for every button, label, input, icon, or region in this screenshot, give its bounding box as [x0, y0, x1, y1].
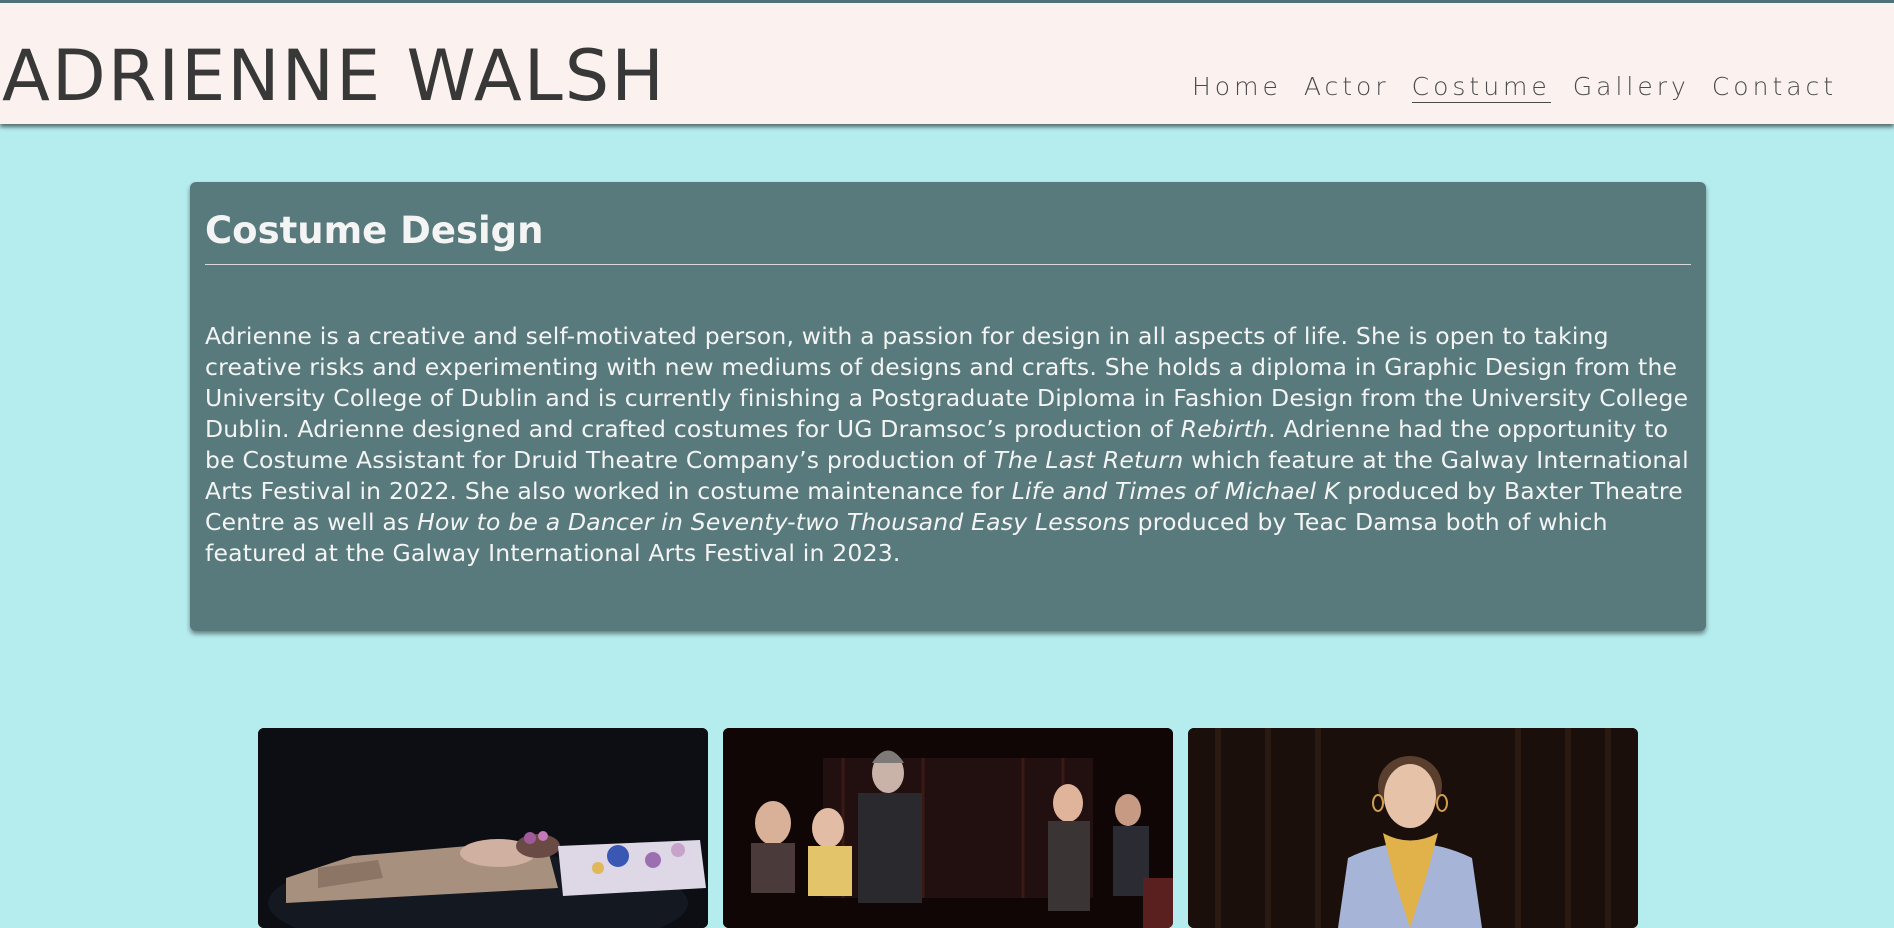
gallery-photo-2[interactable]: [723, 728, 1173, 928]
nav-actor[interactable]: Actor: [1304, 74, 1390, 103]
production-title-michael-k: Life and Times of Michael K: [1011, 477, 1340, 505]
photo-performer-scarf: [1188, 728, 1638, 928]
nav-contact[interactable]: Contact: [1712, 74, 1837, 103]
main-nav: Home Actor Costume Gallery Contact: [1192, 74, 1859, 103]
costume-card: Costume Design Adrienne is a creative an…: [190, 182, 1706, 631]
photo-ensemble-stage: [723, 728, 1173, 928]
production-title-rebirth: Rebirth: [1180, 415, 1269, 443]
bio-text: Adrienne is a creative and self-motivate…: [205, 321, 1691, 569]
heading-divider: [205, 264, 1691, 265]
photo-performer-lying: [258, 728, 708, 928]
nav-home[interactable]: Home: [1192, 74, 1282, 103]
site-header: ADRIENNE WALSH Home Actor Costume Galler…: [0, 0, 1894, 124]
gallery-photo-1[interactable]: [258, 728, 708, 928]
gallery-photo-3[interactable]: [1188, 728, 1638, 928]
site-title[interactable]: ADRIENNE WALSH: [2, 41, 666, 111]
production-title-dancer: How to be a Dancer in Seventy-two Thousa…: [417, 508, 1130, 536]
nav-costume[interactable]: Costume: [1411, 74, 1551, 103]
nav-gallery[interactable]: Gallery: [1573, 74, 1690, 103]
section-heading: Costume Design: [205, 209, 544, 252]
production-title-last-return: The Last Return: [993, 446, 1184, 474]
